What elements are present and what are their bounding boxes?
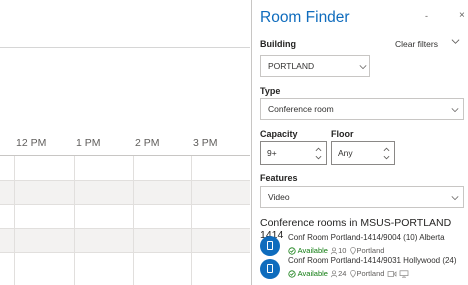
building-value: PORTLAND [268,61,315,71]
person-icon [330,247,338,255]
grid-line [0,204,250,205]
room-capacity: 24 [338,269,347,278]
capacity-label: Capacity [260,129,298,139]
check-circle-icon [288,247,296,255]
grid-column-line [14,156,15,285]
check-circle-icon [288,270,296,278]
person-icon [330,270,338,278]
chevron-down-icon[interactable] [383,155,390,160]
grid-column-line [74,156,75,285]
calendar-top-divider [0,47,250,48]
room-finder-panel: Room Finder - × Building Clear filters P… [251,0,468,285]
room-meta: Available 24 Portland [288,269,409,278]
chevron-down-icon[interactable] [315,155,322,160]
room-location: Portland [356,269,385,278]
minimize-button[interactable]: - [425,11,428,21]
chevron-down-icon [451,108,459,113]
grid-column-line [191,156,192,285]
close-button[interactable]: × [459,10,465,21]
panel-title: Room Finder [260,9,350,26]
features-value: Video [268,192,290,202]
location-pin-icon [349,247,356,255]
floor-stepper[interactable]: Any [331,141,395,165]
floor-label: Floor [331,129,354,139]
type-label: Type [260,86,281,96]
building-select[interactable]: PORTLAND [260,55,370,77]
time-header-row: 12 PM 1 PM 2 PM 3 PM [0,132,250,156]
time-header-divider [0,155,250,156]
availability-status: Available [297,246,328,255]
type-value: Conference room [268,104,334,114]
type-select[interactable]: Conference room [260,98,464,120]
calendar-grid: 12 PM 1 PM 2 PM 3 PM [0,0,250,285]
location-pin-icon [349,270,356,278]
calendar-row-busy[interactable] [0,180,250,204]
time-label-3pm: 3 PM [193,137,218,149]
grid-line [0,180,250,181]
floor-value: Any [338,148,353,158]
chevron-up-icon[interactable] [383,147,390,152]
capacity-stepper[interactable]: 9+ [260,141,327,165]
features-select[interactable]: Video [260,186,464,208]
chevron-down-icon [451,196,459,201]
availability-status: Available [297,269,328,278]
time-label-1pm: 1 PM [76,137,101,149]
room-list-item[interactable]: Conf Room Portland-1414/9031 Hollywood (… [260,256,465,285]
room-capacity: 10 [338,246,347,255]
chevron-up-icon[interactable] [315,147,322,152]
chevron-down-icon [359,65,367,70]
chevron-down-icon[interactable] [451,37,460,46]
building-label: Building [260,39,296,49]
clear-filters-link[interactable]: Clear filters [395,39,438,49]
video-icon [387,271,396,277]
time-label-12pm: 12 PM [16,137,47,149]
grid-column-line [133,156,134,285]
capacity-value: 9+ [267,148,277,158]
door-icon [260,236,280,256]
door-icon [260,259,280,279]
time-label-2pm: 2 PM [135,137,160,149]
room-meta: Available 10 Portland [288,246,384,255]
room-name[interactable]: Conf Room Portland-1414/9031 Hollywood (… [288,256,457,265]
calendar-row-busy[interactable] [0,228,250,252]
grid-line [0,252,250,253]
room-location: Portland [356,246,385,255]
monitor-icon [399,270,409,278]
grid-line [0,228,250,229]
features-label: Features [260,173,298,183]
room-name[interactable]: Conf Room Portland-1414/9004 (10) Albert… [288,233,445,242]
